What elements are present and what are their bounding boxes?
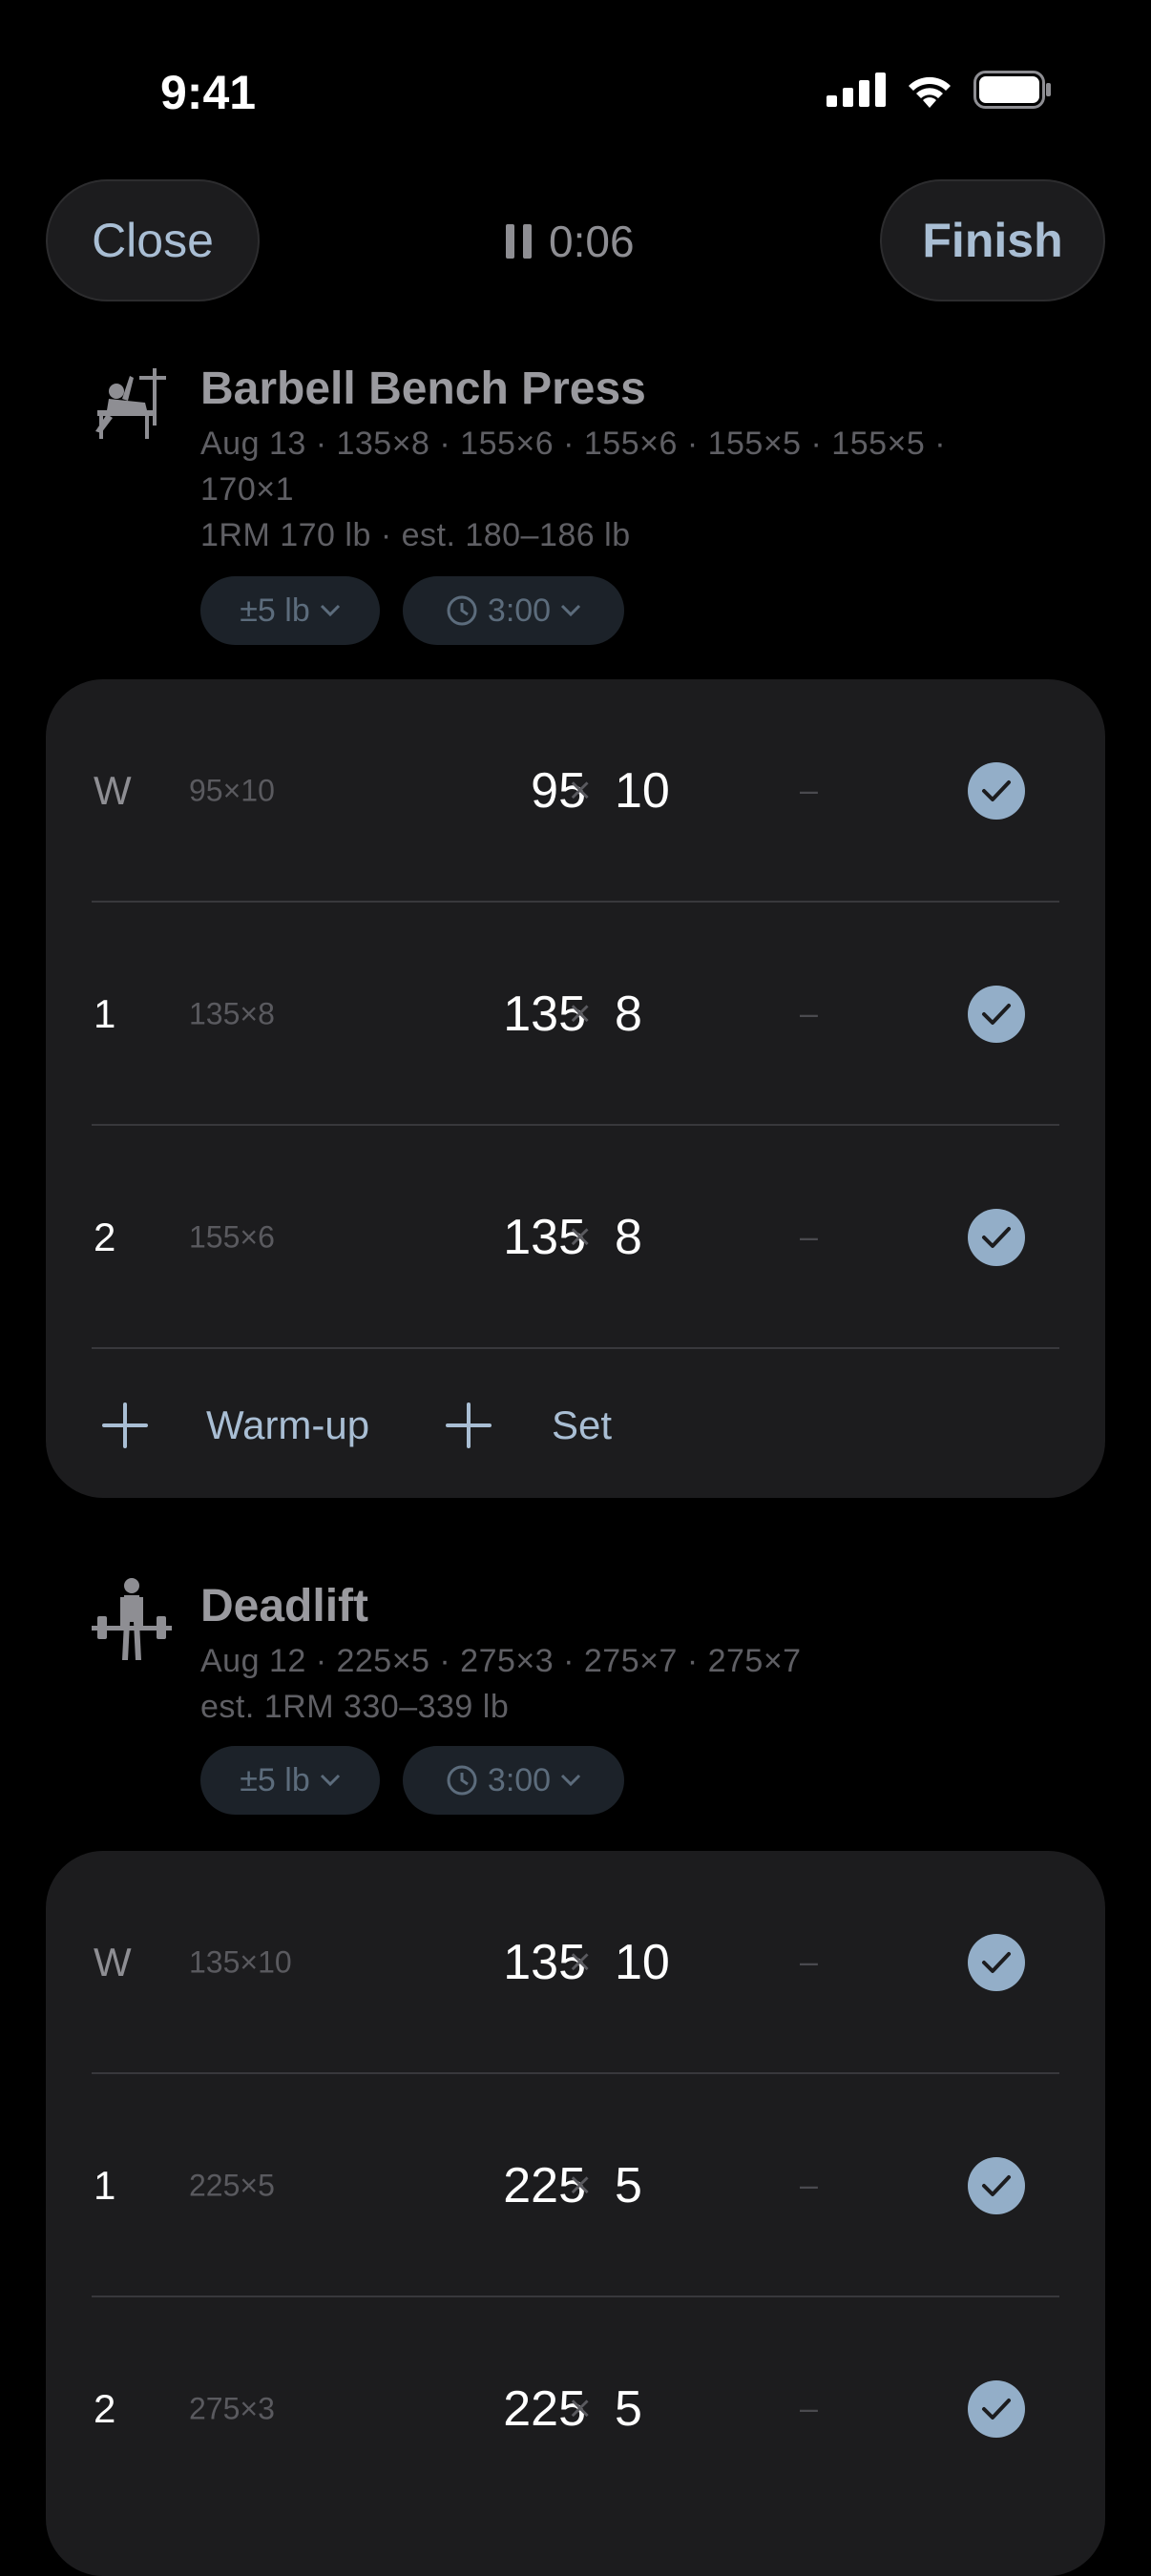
previous-value[interactable]: 135×8 (189, 997, 275, 1032)
times-symbol: × (569, 769, 592, 812)
set-complete-check[interactable] (968, 986, 1025, 1043)
times-symbol: × (569, 1215, 592, 1258)
set-complete-check[interactable] (968, 2157, 1025, 2214)
previous-value[interactable]: 95×10 (189, 774, 275, 809)
times-symbol: × (569, 992, 592, 1035)
timer-value: 0:06 (549, 217, 635, 266)
timer-icon (447, 1765, 477, 1796)
reps-value[interactable]: 8 (615, 986, 642, 1043)
checkmark-icon (982, 1952, 1011, 1973)
add-set-row: Warm-up Set (46, 1349, 1105, 1498)
increment-value: ±5 lb (240, 592, 310, 629)
workout-timer[interactable]: 0:06 (506, 216, 635, 267)
checkmark-icon (982, 2399, 1011, 2420)
set-row[interactable]: 2 155×6 135 × 8 – (46, 1126, 1105, 1349)
deadlift-icon (92, 1578, 172, 1660)
previous-value[interactable]: 225×5 (189, 2169, 275, 2204)
reps-value[interactable]: 10 (615, 762, 670, 820)
wifi-icon (909, 76, 951, 108)
add-set-plus-icon[interactable] (445, 1402, 492, 1449)
add-warmup-button[interactable]: Warm-up (206, 1402, 369, 1448)
timer-icon (447, 595, 477, 626)
exercise-history: Aug 12 · 225×5 · 275×3 · 275×7 · 275×7 (200, 1643, 802, 1679)
times-symbol: × (569, 2387, 592, 2430)
chevron-down-icon (320, 604, 340, 617)
increment-chip[interactable]: ±5 lb (200, 1746, 380, 1815)
chevron-down-icon (561, 1774, 581, 1787)
exercise-stats: 1RM 170 lb · est. 180–186 lb (200, 517, 631, 553)
sets-card: W 95×10 95 × 10 – 1 135×8 135 × 8 – 2 15… (46, 679, 1105, 1498)
pause-icon (506, 224, 532, 259)
checkmark-icon (982, 2175, 1011, 2196)
battery-icon (973, 71, 1051, 109)
increment-chip[interactable]: ±5 lb (200, 576, 380, 645)
status-icons (827, 71, 1052, 109)
exercise-stats: est. 1RM 330–339 lb (200, 1689, 510, 1725)
checkmark-icon (982, 1227, 1011, 1248)
set-number[interactable]: 1 (94, 2163, 115, 2209)
set-row[interactable]: 1 225×5 225 × 5 – (46, 2074, 1105, 2297)
rest-timer-chip[interactable]: 3:00 (403, 1746, 624, 1815)
times-symbol: × (569, 2164, 592, 2207)
checkmark-icon (982, 780, 1011, 801)
chevron-down-icon (320, 1774, 340, 1787)
previous-value[interactable]: 275×3 (189, 2392, 275, 2427)
exercise-history-cont: 170×1 (200, 471, 294, 508)
exercise-history: Aug 13 · 135×8 · 155×6 · 155×6 · 155×5 ·… (200, 426, 947, 462)
exercise-title[interactable]: Deadlift (200, 1580, 368, 1632)
reps-value[interactable]: 5 (615, 2157, 642, 2214)
rest-value: 3:00 (487, 592, 552, 629)
add-set-button[interactable]: Set (552, 1402, 612, 1448)
set-row[interactable]: W 135×10 135 × 10 – (46, 1851, 1105, 2074)
set-row[interactable]: 1 135×8 135 × 8 – (46, 903, 1105, 1126)
rpe-value[interactable]: – (800, 1219, 818, 1257)
set-number[interactable]: W (94, 768, 132, 814)
status-time: 9:41 (160, 66, 257, 119)
rpe-value[interactable]: – (800, 2391, 818, 2428)
rest-timer-chip[interactable]: 3:00 (403, 576, 624, 645)
set-complete-check[interactable] (968, 1934, 1025, 1991)
reps-value[interactable]: 8 (615, 1209, 642, 1266)
rpe-value[interactable]: – (800, 996, 818, 1033)
set-row[interactable]: 2 275×3 225 × 5 – (46, 2297, 1105, 2521)
set-number[interactable]: 1 (94, 991, 115, 1037)
set-number[interactable]: 2 (94, 1215, 115, 1260)
set-number[interactable]: W (94, 1940, 132, 1985)
set-number[interactable]: 2 (94, 2386, 115, 2432)
rpe-value[interactable]: – (800, 1944, 818, 1982)
set-complete-check[interactable] (968, 762, 1025, 820)
sets-card: W 135×10 135 × 10 – 1 225×5 225 × 5 – 2 … (46, 1851, 1105, 2576)
previous-value[interactable]: 135×10 (189, 1945, 292, 1981)
rest-value: 3:00 (487, 1761, 552, 1798)
close-button[interactable]: Close (46, 179, 260, 301)
set-complete-check[interactable] (968, 2380, 1025, 2438)
checkmark-icon (982, 1004, 1011, 1025)
rpe-value[interactable]: – (800, 773, 818, 810)
previous-value[interactable]: 155×6 (189, 1220, 275, 1256)
cellular-signal-icon (827, 73, 886, 107)
finish-button[interactable]: Finish (880, 179, 1105, 301)
rpe-value[interactable]: – (800, 2168, 818, 2205)
exercise-title[interactable]: Barbell Bench Press (200, 363, 646, 415)
set-complete-check[interactable] (968, 1209, 1025, 1266)
reps-value[interactable]: 5 (615, 2380, 642, 2438)
increment-value: ±5 lb (240, 1761, 310, 1798)
set-row[interactable]: W 95×10 95 × 10 – (46, 679, 1105, 903)
reps-value[interactable]: 10 (615, 1934, 670, 1991)
times-symbol: × (569, 1941, 592, 1984)
add-warmup-plus-icon[interactable] (101, 1402, 149, 1449)
bench-press-icon (95, 368, 166, 439)
chevron-down-icon (561, 604, 581, 617)
